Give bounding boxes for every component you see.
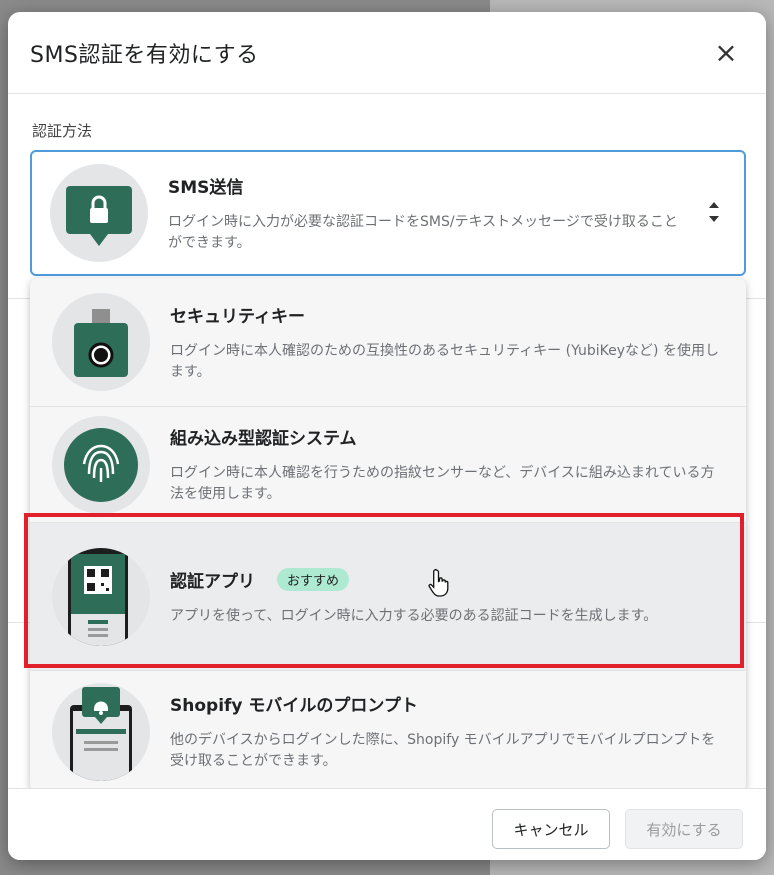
- option-shopify-mobile[interactable]: Shopify モバイルのプロンプト 他のデバイスからログインした際に、Shop…: [30, 671, 746, 792]
- fingerprint-icon: [52, 415, 150, 514]
- modal-footer: キャンセル 有効にする: [8, 788, 766, 860]
- sms-lock-icon: [50, 164, 148, 262]
- security-key-icon: [52, 293, 150, 391]
- option-text: 組み込み型認証システム ログイン時に本人確認を行うための指紋センサーなど、デバイ…: [170, 424, 746, 505]
- option-desc: 他のデバイスからログインした際に、Shopify モバイルアプリでモバイルプロン…: [170, 732, 716, 769]
- mobile-bell-icon: [52, 682, 150, 781]
- option-desc: ログイン時に本人確認を行うための指紋センサーなど、デバイスに組み込まれている方法…: [170, 465, 715, 502]
- cancel-button[interactable]: キャンセル: [492, 809, 610, 849]
- selected-option-desc: ログイン時に入力が必要な認証コードをSMS/テキストメッセージで受け取ることがで…: [168, 213, 678, 251]
- option-desc: ログイン時に本人確認のための互換性のあるセキュリティキー (YubiKeyなど)…: [170, 342, 719, 380]
- close-icon: ×: [714, 35, 738, 69]
- option-text: 認証アプリ おすすめ アプリを使って、ログイン時に入力する必要のある認証コードを生…: [170, 567, 746, 627]
- option-title: セキュリティキー: [170, 306, 305, 327]
- modal-header: SMS認証を有効にする ×: [8, 12, 766, 94]
- close-button[interactable]: ×: [710, 37, 742, 69]
- option-security-key[interactable]: セキュリティキー ログイン時に本人確認のための互換性のあるセキュリティキー (Y…: [30, 278, 746, 407]
- option-auth-app[interactable]: 認証アプリ おすすめ アプリを使って、ログイン時に入力する必要のある認証コードを生…: [30, 523, 746, 671]
- auth-method-dropdown: セキュリティキー ログイン時に本人確認のための互換性のあるセキュリティキー (Y…: [30, 278, 746, 792]
- modal-title: SMS認証を有効にする: [30, 42, 259, 68]
- option-title: Shopify モバイルのプロンプト: [170, 696, 418, 716]
- recommended-badge: おすすめ: [277, 567, 350, 591]
- selected-option-text: SMS送信 ログイン時に入力が必要な認証コードをSMS/テキストメッセージで受け…: [168, 173, 744, 254]
- selected-option-title: SMS送信: [168, 177, 244, 198]
- enable-sms-auth-modal: SMS認証を有効にする × 認証方法 SMS送信 ログイン時に入力が必要な認証コ…: [8, 12, 766, 860]
- auth-method-select[interactable]: SMS送信 ログイン時に入力が必要な認証コードをSMS/テキストメッセージで受け…: [30, 150, 746, 276]
- hand-pointer-icon: [428, 568, 449, 597]
- option-text: セキュリティキー ログイン時に本人確認のための互換性のあるセキュリティキー (Y…: [170, 302, 746, 383]
- select-arrows-icon: [708, 202, 720, 222]
- enable-button[interactable]: 有効にする: [625, 809, 743, 849]
- option-title-text: 認証アプリ: [170, 571, 255, 592]
- option-built-in-auth[interactable]: 組み込み型認証システム ログイン時に本人確認を行うための指紋センサーなど、デバイ…: [30, 407, 746, 523]
- option-text: Shopify モバイルのプロンプト 他のデバイスからログインした際に、Shop…: [170, 691, 746, 772]
- auth-method-label: 認証方法: [32, 122, 93, 140]
- option-title: 組み込み型認証システム: [170, 429, 357, 449]
- option-desc: アプリを使って、ログイン時に入力する必要のある認証コードを生成します。: [170, 607, 658, 624]
- qr-phone-icon: [52, 547, 150, 646]
